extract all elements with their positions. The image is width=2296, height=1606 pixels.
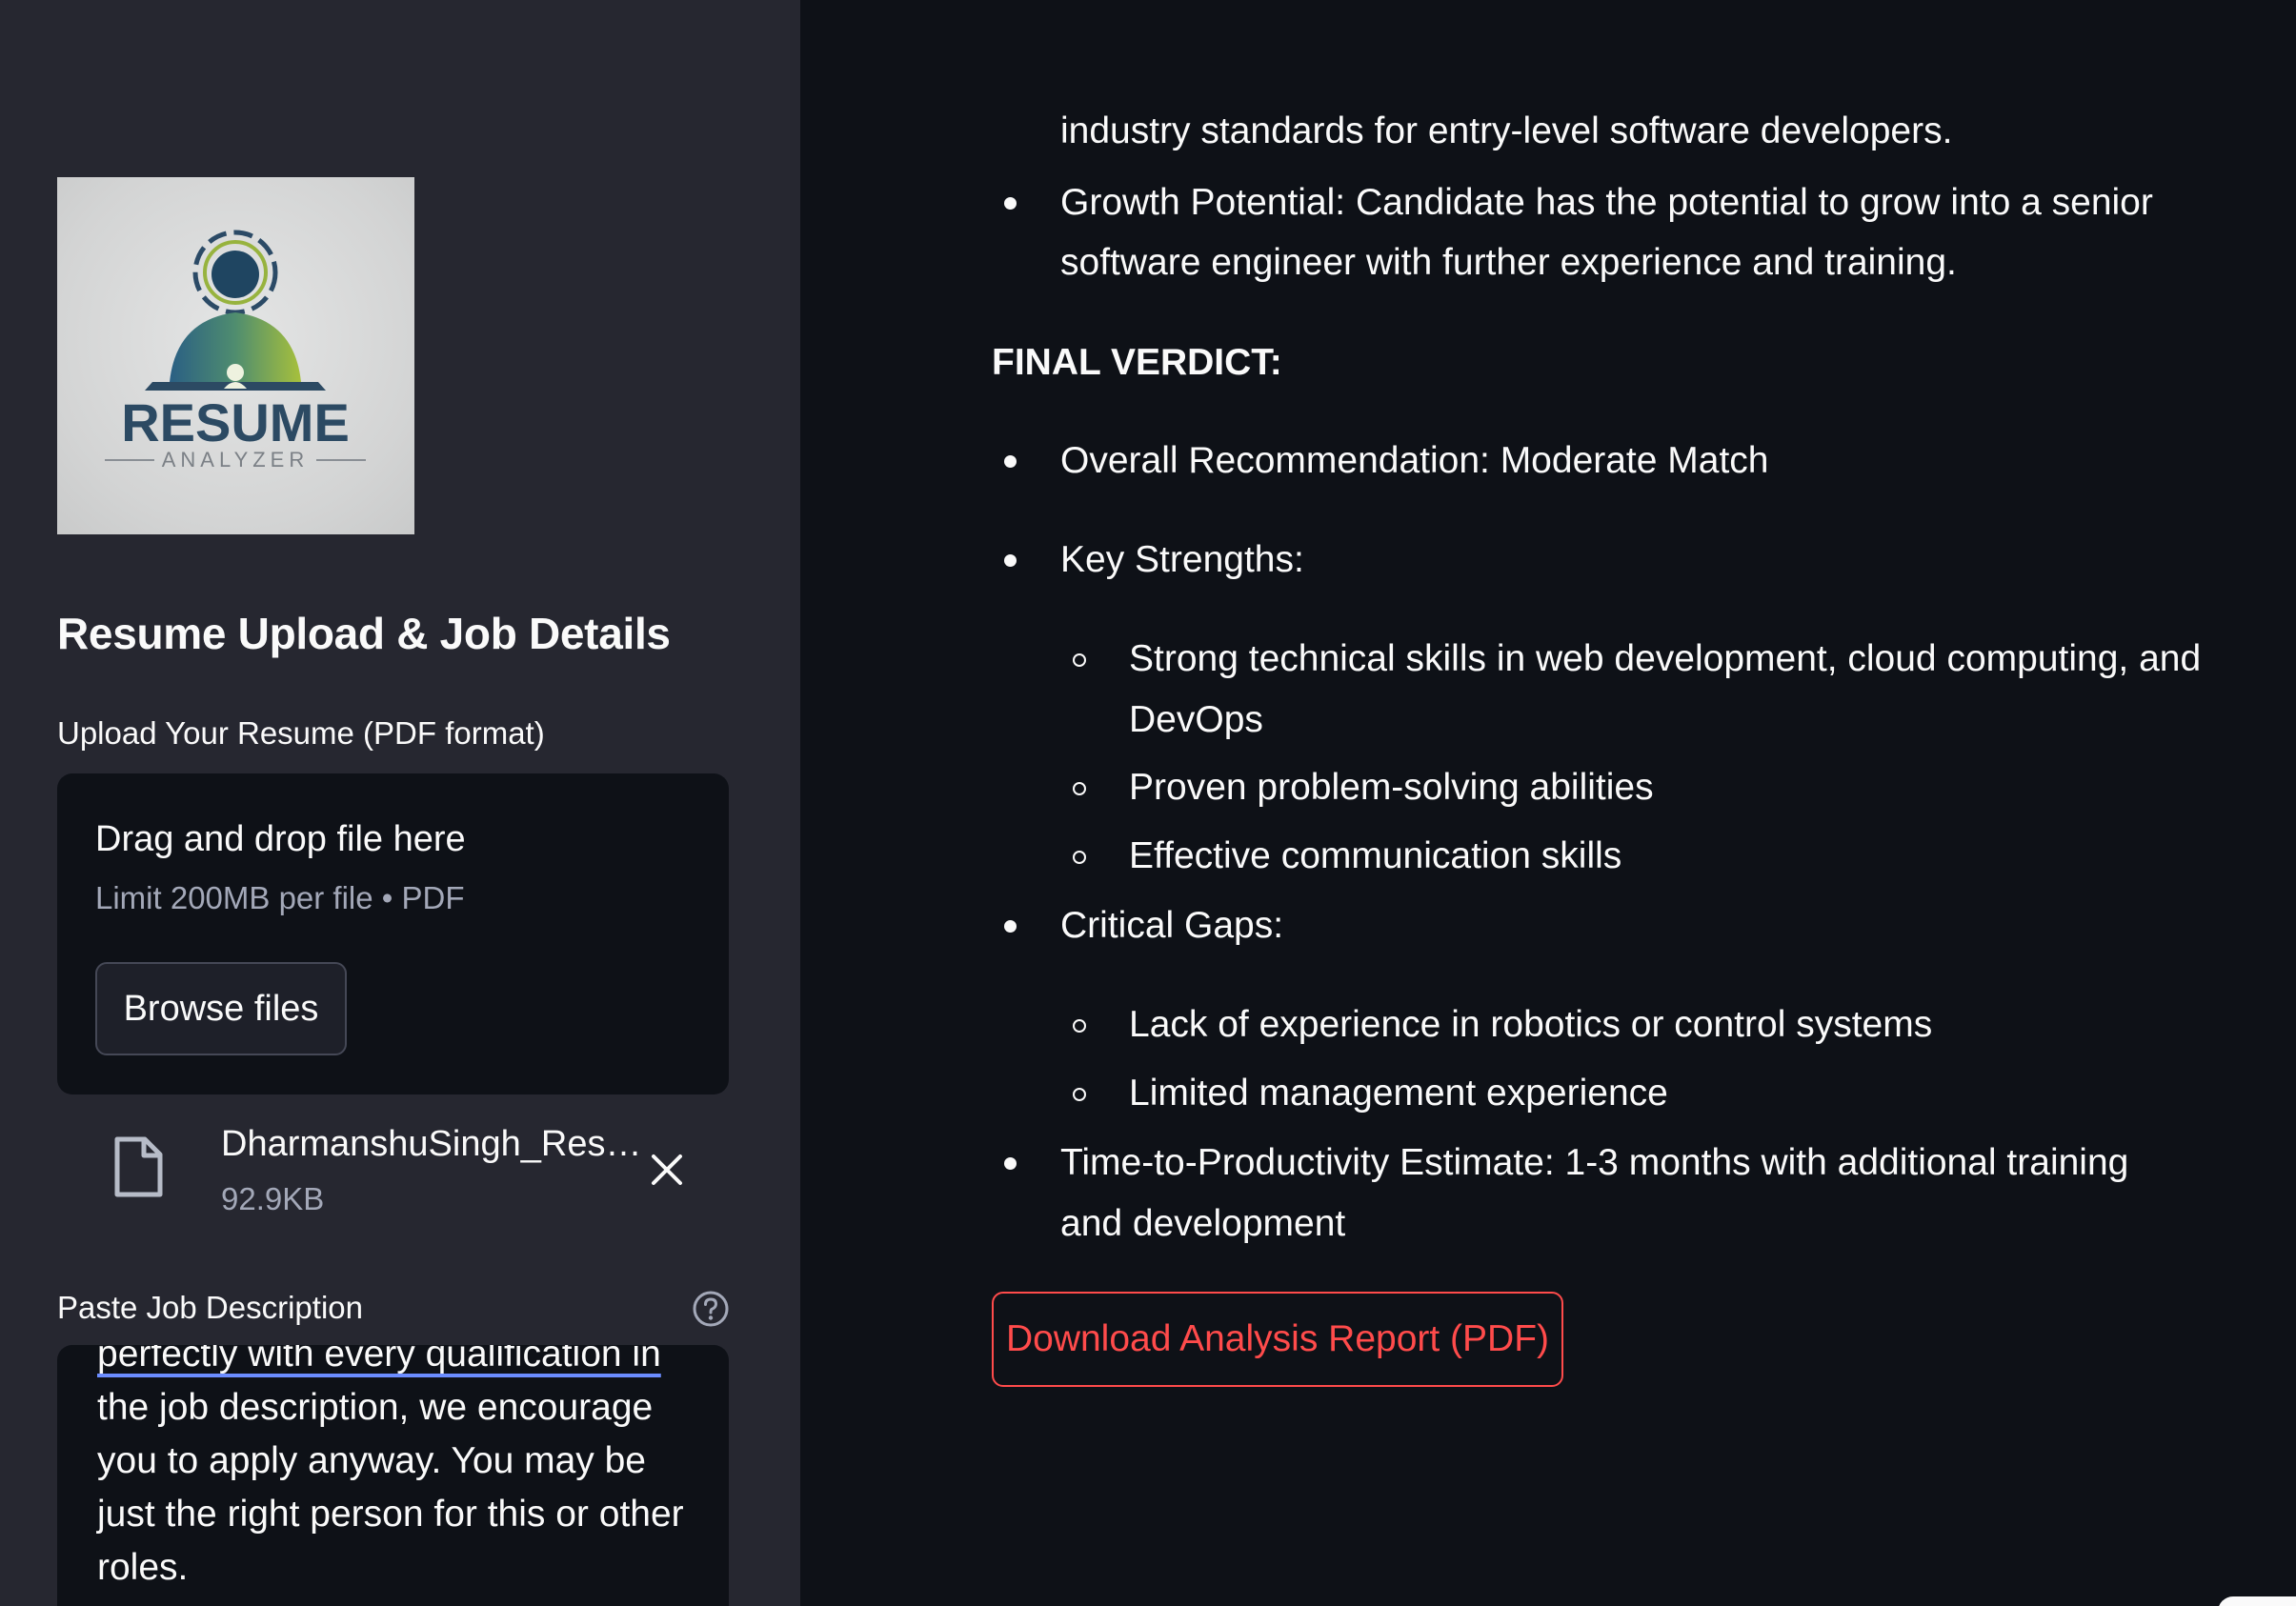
jd-line: roles. — [97, 1547, 189, 1588]
file-dropzone[interactable]: Drag and drop file here Limit 200MB per … — [57, 773, 729, 1094]
growth-potential-line1: Growth Potential: Candidate has the pote… — [1060, 182, 2153, 223]
upload-resume-label: Upload Your Resume (PDF format) — [57, 715, 545, 751]
sidebar: RESUME ANALYZER Resume Upload & Job Deta… — [0, 0, 800, 1606]
sub-bullet-circle — [1073, 851, 1086, 864]
app-window: RESUME ANALYZER Resume Upload & Job Deta… — [0, 0, 2296, 1606]
bullet-dot — [1004, 1157, 1017, 1170]
uploaded-file-size: 92.9KB — [221, 1181, 325, 1216]
growth-potential-line2: software engineer with further experienc… — [1060, 242, 1957, 283]
critical-gaps-label: Critical Gaps: — [1060, 905, 1284, 946]
logo-title-text: RESUME — [121, 392, 350, 452]
sidebar-title: Resume Upload & Job Details — [57, 609, 671, 658]
job-description-label: Paste Job Description — [57, 1290, 363, 1325]
dropzone-limit-text: Limit 200MB per file • PDF — [95, 880, 465, 915]
corner-widget[interactable] — [2218, 1596, 2296, 1606]
overall-recommendation: Overall Recommendation: Moderate Match — [1060, 440, 1769, 481]
sub-bullet-circle — [1073, 653, 1086, 667]
resume-analyzer-logo: RESUME ANALYZER — [57, 177, 414, 534]
bullet-dot — [1004, 455, 1017, 468]
uploaded-file-row: DharmanshuSingh_Res… 92.9KB — [57, 1114, 729, 1229]
dropzone-title: Drag and drop file here — [95, 819, 466, 859]
sub-bullet-circle — [1073, 1088, 1086, 1101]
logo-graphic: RESUME ANALYZER — [105, 230, 366, 472]
jd-line-underlined: perfectly with every qualification in — [97, 1345, 661, 1375]
jd-line: perfectly with every qualification in — [97, 1345, 707, 1381]
job-description-text: perfectly with every qualification in th… — [97, 1345, 707, 1595]
file-icon — [114, 1136, 163, 1197]
gap-item-1: Lack of experience in robotics or contro… — [1129, 1004, 1933, 1045]
logo-subtitle-text: ANALYZER — [162, 448, 310, 472]
jd-line: the job description, we encourage — [97, 1387, 654, 1428]
bullet-dot — [1004, 197, 1017, 210]
help-icon[interactable] — [692, 1290, 730, 1328]
time-to-productivity-line2: and development — [1060, 1203, 1346, 1244]
download-report-button[interactable]: Download Analysis Report (PDF) — [992, 1292, 1563, 1387]
close-icon[interactable] — [648, 1151, 686, 1189]
jd-line: just the right person for this or other — [97, 1494, 684, 1535]
uploaded-file-name: DharmanshuSingh_Res… — [221, 1124, 642, 1164]
job-description-textarea[interactable]: perfectly with every qualification in th… — [57, 1345, 729, 1606]
strength-item-1-line1: Strong technical skills in web developme… — [1129, 638, 2202, 679]
time-to-productivity-line1: Time-to-Productivity Estimate: 1-3 month… — [1060, 1142, 2129, 1183]
bullet-dot — [1004, 554, 1017, 567]
strength-item-1-line2: DevOps — [1129, 699, 1263, 740]
browse-files-button[interactable]: Browse files — [95, 962, 347, 1055]
gap-item-2: Limited management experience — [1129, 1073, 1668, 1114]
partial-text-line: industry standards for entry-level softw… — [1060, 110, 1953, 151]
strength-item-3: Effective communication skills — [1129, 835, 1622, 876]
main-content: industry standards for entry-level softw… — [800, 0, 2296, 1606]
final-verdict-heading: FINAL VERDICT: — [992, 342, 1282, 383]
sub-bullet-circle — [1073, 1019, 1086, 1033]
sub-bullet-circle — [1073, 782, 1086, 795]
jd-line: you to apply anyway. You may be — [97, 1440, 646, 1481]
strength-item-2: Proven problem-solving abilities — [1129, 767, 1654, 808]
key-strengths-label: Key Strengths: — [1060, 539, 1304, 580]
bullet-dot — [1004, 920, 1017, 933]
